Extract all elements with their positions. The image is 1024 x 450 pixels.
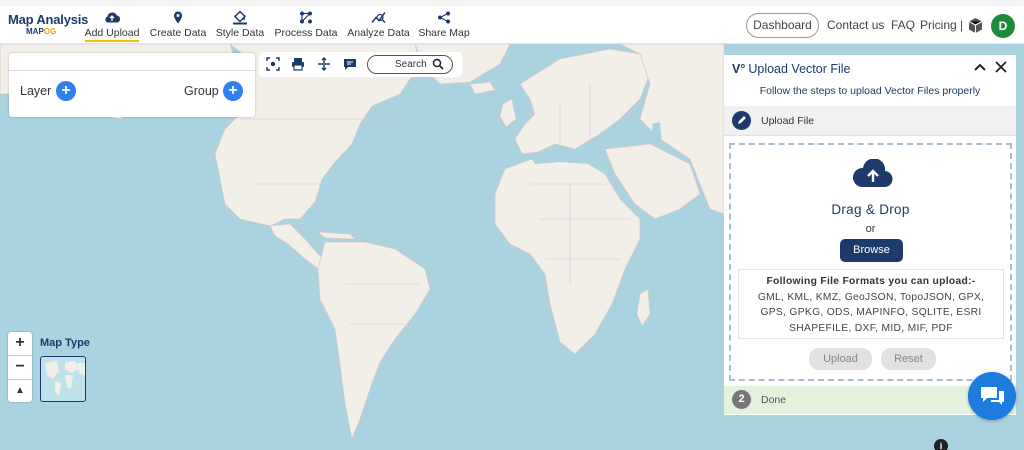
map-thumbnail-image [45,361,85,397]
map-pin-icon [174,11,182,24]
search-icon [432,58,444,70]
formats-heading: Following File Formats you can upload:- [766,276,976,287]
nav-label: Style Data [215,27,265,39]
analyze-chart-icon [370,12,386,24]
pencil-icon [732,111,751,130]
group-label: Group [184,84,219,98]
print-icon[interactable] [291,57,305,71]
formats-line: SHAPEFILE, DXF, MID, MIF, PDF [789,322,953,334]
search-placeholder: Search [395,59,427,70]
nav-analyze-data[interactable]: Analyze Data [347,10,410,39]
brand-subtitle: MAPOG [26,27,57,36]
brand-title: Map Analysis [8,12,89,27]
process-nodes-icon [300,11,312,24]
nav-create-data[interactable]: Create Data [149,10,207,39]
divider [9,70,255,71]
drag-drop-text: Drag & Drop [831,202,910,217]
reset-button[interactable]: Reset [881,348,936,370]
chat-bubble-icon [981,387,1004,405]
step-number-badge: 2 [732,390,751,409]
nav-label: Analyze Data [347,27,410,39]
step-label: Upload File [761,115,815,127]
step-label: Done [761,394,787,406]
vector-icon: V° [732,62,746,76]
measure-icon[interactable] [317,57,331,71]
or-text: or [865,223,876,235]
add-group-button[interactable]: + [223,81,243,101]
panel-title: V° Upload Vector File [732,62,851,76]
add-layer-button[interactable]: + [56,81,76,101]
collapse-chevron-icon[interactable] [974,62,986,72]
zoom-controls: + − ▲ [8,332,32,402]
nav-style-data[interactable]: Style Data [215,10,265,39]
nav-share-map[interactable]: Share Map [418,10,470,39]
map-type-label: Map Type [40,337,90,349]
panel-subtitle: Follow the steps to upload Vector Files … [759,85,981,97]
top-strip [0,0,1024,6]
map-type-thumbnail[interactable] [40,356,86,402]
step-upload-file[interactable]: Upload File [724,106,1016,136]
nav-add-upload[interactable]: Add Upload [84,10,140,42]
layer-panel: Layer + Group + [9,53,255,117]
upload-vector-panel: V° Upload Vector File Follow the steps to… [724,55,1016,415]
chat-button[interactable] [968,372,1016,420]
comment-icon[interactable] [343,57,357,71]
file-formats-box: Following File Formats you can upload:- … [738,269,1004,339]
cube-icon[interactable] [967,17,984,34]
nav-label: Add Upload [84,27,140,42]
close-icon[interactable] [995,61,1007,73]
pricing-link[interactable]: Pricing | [920,18,963,32]
top-navigation-bar: Map Analysis MAPOG Add Upload Create Dat… [0,0,1024,44]
search-input[interactable]: Search [367,55,453,74]
upload-button[interactable]: Upload [809,348,872,370]
browse-button[interactable]: Browse [840,239,903,262]
share-icon [438,11,450,24]
dashboard-button[interactable]: Dashboard [746,13,819,38]
contact-us-link[interactable]: Contact us [827,18,884,32]
zoom-in-button[interactable]: + [8,332,32,355]
info-icon[interactable]: i [934,439,948,450]
formats-line: GPS, GPKG, ODS, MAPINFO, SQLITE, ESRI [760,307,982,318]
nav-label: Share Map [418,27,470,39]
faq-link[interactable]: FAQ [891,18,915,32]
map-toolbar: Search [259,52,462,77]
nav-label: Process Data [274,27,338,39]
cloud-upload-icon [105,12,120,23]
cloud-upload-icon [853,159,893,188]
fit-extent-icon[interactable] [266,57,280,71]
north-reset-button[interactable]: ▲ [8,380,32,403]
paint-bucket-icon [233,10,247,25]
nav-label: Create Data [149,27,207,39]
zoom-out-button[interactable]: − [8,356,32,379]
layer-label: Layer [20,84,52,98]
drop-zone[interactable]: Drag & Drop or Browse Following File For… [729,143,1012,381]
brand-logo[interactable]: Map Analysis MAPOG [8,12,88,36]
formats-line: GML, KML, KMZ, GeoJSON, TopoJSON, GPX, [757,291,985,303]
nav-process-data[interactable]: Process Data [274,10,338,39]
user-avatar[interactable]: D [991,14,1015,38]
